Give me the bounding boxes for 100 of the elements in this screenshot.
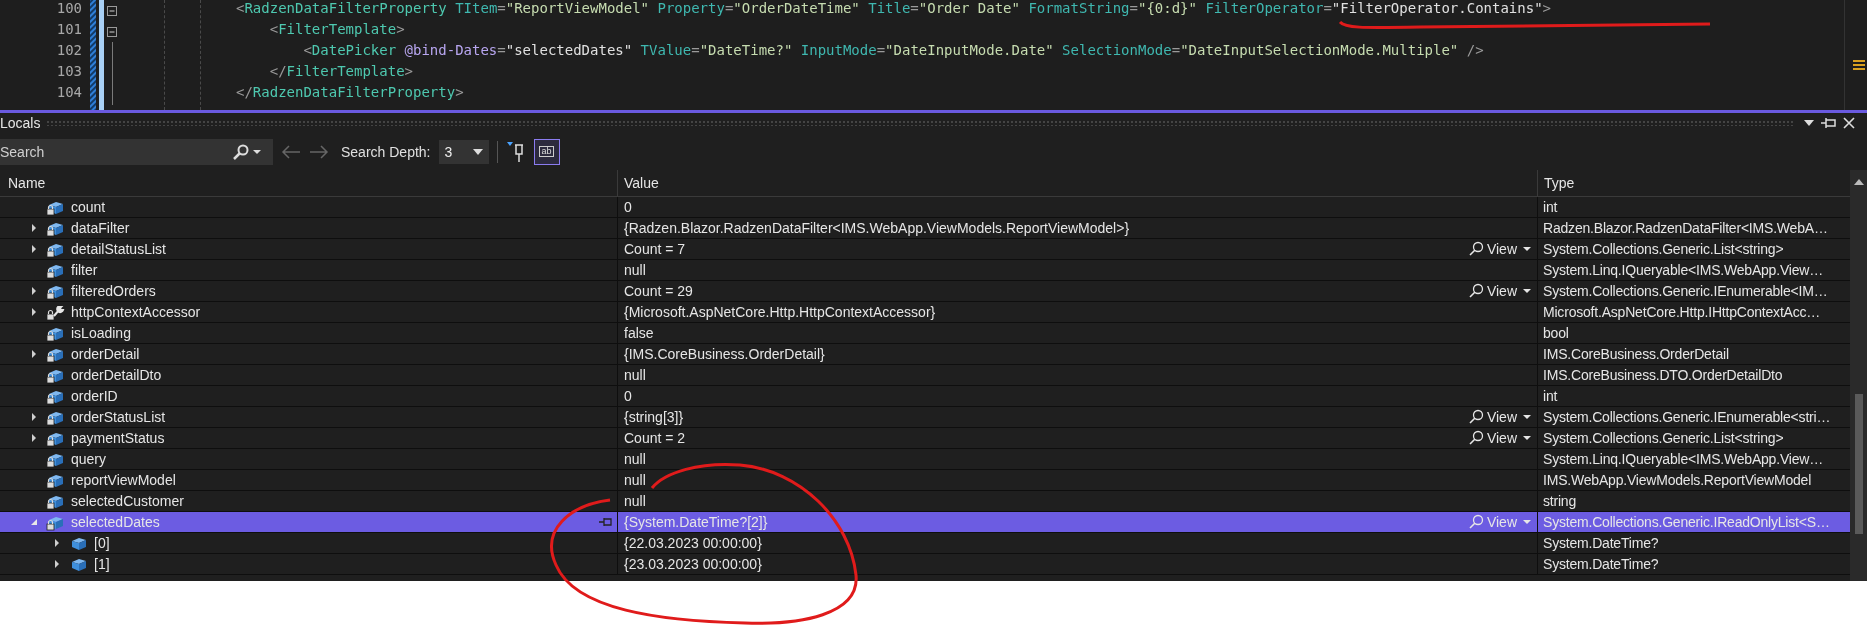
variable-type: System.Collections.Generic.IEnumerable<IM… <box>1543 283 1828 299</box>
search-depth-dropdown[interactable]: 3 <box>438 139 489 164</box>
locals-row[interactable]: detailStatusList Count = 7 View System.Collections.Generic.List<string> <box>0 239 1850 260</box>
variable-value: {Microsoft.AspNetCore.Http.HttpContextAccessor} <box>624 304 937 320</box>
locals-row[interactable]: dataFilter {Radzen.Blazor.RadzenDataFilter<IMS.WebApp.ViewModels.ReportViewModel>} Radzen.Blazor.RadzenDataFilter<IMS.WebA… <box>0 218 1850 239</box>
view-button[interactable]: View <box>1468 430 1537 446</box>
variable-value: false <box>624 325 655 341</box>
variable-value: null <box>624 367 647 383</box>
line-number: 101 <box>56 21 82 39</box>
view-button[interactable]: View <box>1468 283 1537 299</box>
locals-row[interactable]: orderDetailDto null IMS.CoreBusiness.DTO.OrderDetailDto <box>0 365 1850 386</box>
variable-value: Count = 2 <box>624 430 687 446</box>
search-icon[interactable] <box>232 143 250 160</box>
variable-type: Microsoft.AspNetCore.Http.IHttpContextAcc… <box>1543 304 1821 320</box>
variable-name: httpContextAccessor <box>71 304 202 320</box>
dropdown-caret-icon[interactable] <box>1803 119 1815 127</box>
variable-value: 0 <box>624 388 633 404</box>
search-icon <box>1468 283 1485 299</box>
line-number: 102 <box>56 42 82 60</box>
variable-name: [1] <box>94 556 111 572</box>
locals-row[interactable]: [1] {23.03.2023 00:00:00} System.DateTime? <box>0 554 1850 575</box>
expand-arrow-icon[interactable] <box>53 560 61 568</box>
panel-title: Locals <box>0 115 42 131</box>
variable-value: null <box>624 262 647 278</box>
variable-type: int <box>1543 388 1558 404</box>
locals-row[interactable]: selectedDates {System.DateTime?[2]} View System.Collections.Generic.IReadOnlyList<S… <box>0 512 1850 533</box>
back-arrow-icon[interactable] <box>281 144 301 159</box>
expand-arrow-icon[interactable] <box>30 434 38 442</box>
scrollbar[interactable] <box>1850 170 1867 581</box>
column-header[interactable]: Value <box>617 170 1537 196</box>
forward-arrow-icon[interactable] <box>309 144 329 159</box>
line-number: 104 <box>56 84 82 102</box>
variable-name: isLoading <box>71 325 132 341</box>
line-number: 100 <box>56 0 82 18</box>
code-line: <RadzenDataFilterProperty TItem="ReportViewModel" Property="OrderDateTime" Title="Order Date" FormatString="{0:d}" FilterOperator="FilterOperator.Contains"> <box>236 0 1551 18</box>
variable-value: null <box>624 472 647 488</box>
variable-name: orderDetail <box>71 346 141 362</box>
variable-type: System.Collections.Generic.List<string> <box>1543 241 1784 257</box>
column-header[interactable]: Name <box>0 170 617 196</box>
variable-value: {Radzen.Blazor.RadzenDataFilter<IMS.WebApp.ViewModels.ReportViewModel>} <box>624 220 1131 236</box>
locals-row[interactable]: orderStatusList {string[3]} View System.Collections.Generic.IEnumerable<stri… <box>0 407 1850 428</box>
locals-row[interactable]: filteredOrders Count = 29 View System.Collections.Generic.IEnumerable<IM… <box>0 281 1850 302</box>
pin-filter-icon[interactable] <box>505 140 526 163</box>
variable-value: {System.DateTime?[2]} <box>624 514 769 530</box>
expand-arrow-icon[interactable] <box>30 245 38 253</box>
code-line: <FilterTemplate> <box>268 21 405 39</box>
variable-value: null <box>624 493 647 509</box>
collapse-icon[interactable] <box>107 26 117 37</box>
search-field[interactable]: Search <box>0 138 273 165</box>
collapse-arrow-icon[interactable] <box>30 518 38 526</box>
variable-name: selectedDates <box>71 514 161 530</box>
expand-arrow-icon[interactable] <box>53 539 61 547</box>
variable-value: Count = 29 <box>624 283 694 299</box>
variable-type: IMS.CoreBusiness.OrderDetail <box>1543 346 1729 362</box>
locals-row[interactable]: count 0 int <box>0 197 1850 218</box>
locals-row[interactable]: query null System.Linq.IQueryable<IMS.WebApp.View… <box>0 449 1850 470</box>
close-icon[interactable] <box>1843 117 1855 129</box>
variable-value: {string[3]} <box>624 409 685 425</box>
locals-row[interactable]: reportViewModel null IMS.WebApp.ViewModels.ReportViewModel <box>0 470 1850 491</box>
variable-type: System.Linq.IQueryable<IMS.WebApp.View… <box>1543 262 1823 278</box>
expand-arrow-icon[interactable] <box>30 308 38 316</box>
scroll-up-arrow-icon[interactable] <box>1852 178 1865 186</box>
search-icon <box>1468 409 1485 425</box>
variable-value: {22.03.2023 00:00:00} <box>624 535 763 551</box>
variable-type: System.Collections.Generic.IReadOnlyList<S… <box>1543 514 1830 530</box>
locals-row[interactable]: paymentStatus Count = 2 View System.Collections.Generic.List<string> <box>0 428 1850 449</box>
search-icon <box>1468 514 1485 530</box>
expand-arrow-icon[interactable] <box>30 413 38 421</box>
variable-name: filter <box>71 262 99 278</box>
hex-toggle-button[interactable]: ab <box>533 138 560 165</box>
variable-name: count <box>71 199 107 215</box>
variable-name: orderDetailDto <box>71 367 163 383</box>
locals-row[interactable]: httpContextAccessor {Microsoft.AspNetCore.Http.HttpContextAccessor} Microsoft.AspNetCore.Http.IHttpContextAcc… <box>0 302 1850 323</box>
variable-type: IMS.WebApp.ViewModels.ReportViewModel <box>1543 472 1812 488</box>
scrollbar-thumb[interactable] <box>1854 394 1863 534</box>
locals-row[interactable]: [0] {22.03.2023 00:00:00} System.DateTime? <box>0 533 1850 554</box>
variable-name: selectedCustomer <box>71 493 185 509</box>
collapse-icon[interactable] <box>107 5 117 16</box>
variable-name: paymentStatus <box>71 430 166 446</box>
search-icon <box>1468 241 1485 257</box>
locals-row[interactable]: selectedCustomer null string <box>0 491 1850 512</box>
variable-name: orderStatusList <box>71 409 167 425</box>
locals-row[interactable]: orderID 0 int <box>0 386 1850 407</box>
expand-arrow-icon[interactable] <box>30 287 38 295</box>
view-button[interactable]: View <box>1468 514 1537 530</box>
variable-type: System.Linq.IQueryable<IMS.WebApp.View… <box>1543 451 1823 467</box>
variable-name: detailStatusList <box>71 241 167 257</box>
locals-row[interactable]: orderDetail {IMS.CoreBusiness.OrderDetail} IMS.CoreBusiness.OrderDetail <box>0 344 1850 365</box>
wrench-icon <box>46 303 66 321</box>
variable-type: Radzen.Blazor.RadzenDataFilter<IMS.WebA… <box>1543 220 1828 236</box>
expand-arrow-icon[interactable] <box>30 350 38 358</box>
locals-row[interactable]: filter null System.Linq.IQueryable<IMS.WebApp.View… <box>0 260 1850 281</box>
locals-row[interactable]: isLoading false bool <box>0 323 1850 344</box>
variable-value: Count = 7 <box>624 241 687 257</box>
view-button[interactable]: View <box>1468 409 1537 425</box>
expand-arrow-icon[interactable] <box>30 224 38 232</box>
line-number: 103 <box>56 63 82 81</box>
variable-value: null <box>624 451 647 467</box>
variable-type: int <box>1543 199 1558 215</box>
view-button[interactable]: View <box>1468 241 1537 257</box>
